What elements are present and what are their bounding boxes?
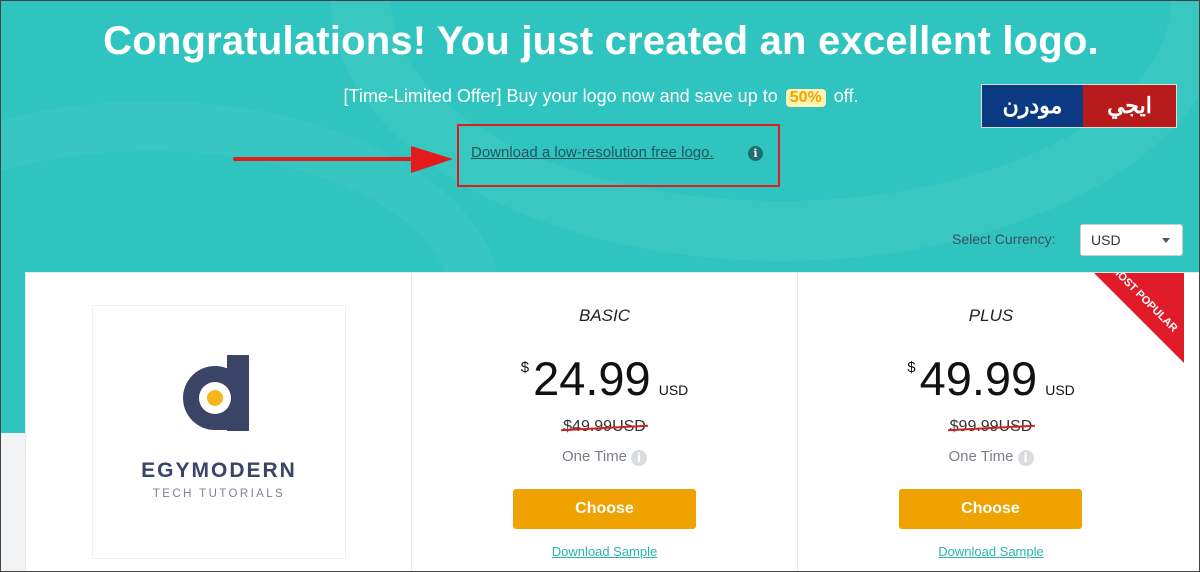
red-arrow-icon — [233, 146, 453, 173]
page-title: Congratulations! You just created an exc… — [103, 19, 1099, 63]
old-price: $99.99USD — [798, 418, 1184, 436]
offer-suffix: off. — [833, 86, 859, 106]
watermark-left: مودرن — [982, 85, 1083, 127]
currency-symbol: $ — [520, 359, 530, 376]
download-sample-link[interactable]: Download Sample — [412, 544, 797, 559]
help-icon[interactable]: i — [1017, 450, 1034, 466]
plan-price: $24.99 USD — [412, 351, 797, 406]
pricing-cards: EGYMODERN TECH TUTORIALS BASIC $24.99 USD… — [25, 272, 1199, 571]
plan-name: PLUS — [968, 306, 1014, 325]
price-code: USD — [1045, 382, 1075, 398]
plan-name: BASIC — [578, 306, 631, 325]
logo-preview: EGYMODERN TECH TUTORIALS — [93, 306, 345, 558]
brand-mark-icon — [183, 355, 249, 431]
plan-card-plus: MOST POPULAR PLUS $49.99 USD $99.99USD On… — [798, 273, 1184, 571]
info-icon[interactable]: i — [748, 146, 763, 161]
page-frame: Congratulations! You just created an exc… — [0, 0, 1200, 572]
offer-percent-badge: 50% — [785, 89, 826, 107]
logo-preview-column: EGYMODERN TECH TUTORIALS — [26, 273, 412, 571]
choose-plus-button[interactable]: Choose — [899, 489, 1082, 529]
watermark-right: ايجي — [1082, 85, 1176, 127]
brand-name: EGYMODERN — [141, 459, 297, 482]
price-code: USD — [658, 382, 689, 398]
currency-label: Select Currency: — [952, 231, 1056, 247]
chevron-down-icon — [1162, 238, 1170, 243]
old-price-value: $99.99USD — [949, 418, 1033, 435]
currency-symbol: $ — [907, 359, 916, 376]
download-sample-link[interactable]: Download Sample — [798, 544, 1184, 559]
billing-label: One Time — [948, 448, 1014, 465]
billing-type: One Time i — [412, 448, 797, 466]
old-price: $49.99USD — [412, 418, 797, 436]
billing-label: One Time — [561, 448, 628, 465]
billing-type: One Time i — [798, 448, 1184, 466]
currency-select[interactable]: USD — [1080, 224, 1183, 256]
currency-selected-value: USD — [1091, 232, 1121, 248]
brand-tagline: TECH TUTORIALS — [152, 488, 286, 500]
price-amount: 24.99 — [533, 352, 651, 405]
old-price-value: $49.99USD — [563, 418, 646, 435]
price-amount: 49.99 — [919, 352, 1038, 405]
offer-prefix: [Time-Limited Offer] Buy your logo now a… — [343, 86, 778, 106]
plan-card-basic: BASIC $24.99 USD $49.99USD One Time i Choo… — [412, 273, 798, 571]
choose-basic-button[interactable]: Choose — [513, 489, 696, 529]
download-free-logo-link[interactable]: Download a low-resolution free logo. — [471, 144, 714, 161]
plan-price: $49.99 USD — [798, 351, 1184, 406]
watermark-logo: مودرن ايجي — [981, 84, 1177, 128]
help-icon[interactable]: i — [631, 450, 648, 466]
